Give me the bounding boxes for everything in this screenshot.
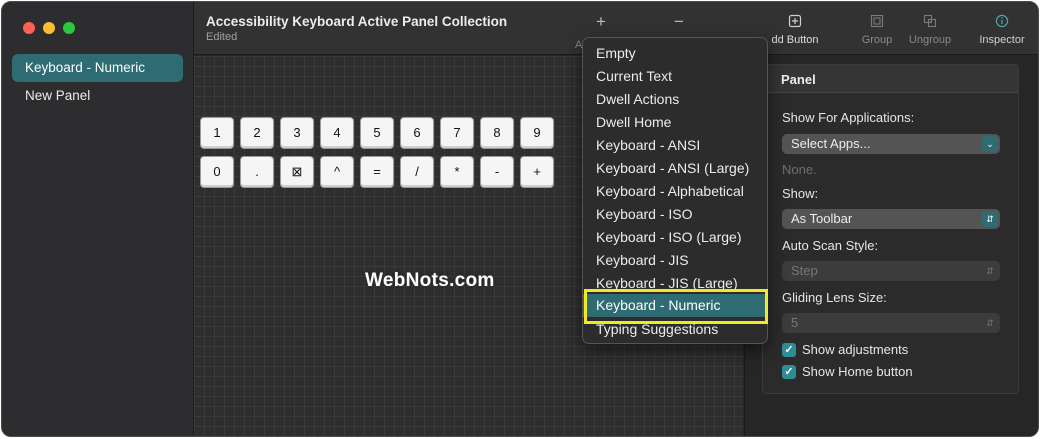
- show-popup[interactable]: As Toolbar ⇵: [782, 209, 1000, 229]
- menu-item-keyboard-iso-large[interactable]: Keyboard - ISO (Large): [583, 226, 767, 249]
- menu-item-keyboard-jis[interactable]: Keyboard - JIS: [583, 249, 767, 272]
- window-title: Accessibility Keyboard Active Panel Coll…: [206, 14, 508, 29]
- apps-none-text: None.: [782, 162, 817, 177]
- add-button-icon: [788, 14, 802, 28]
- show-home-button-label: Show Home button: [802, 364, 913, 379]
- gliding-lens-size-label: Gliding Lens Size:: [782, 290, 887, 305]
- sidebar-item-new-panel[interactable]: New Panel: [12, 82, 183, 110]
- key-7[interactable]: 7: [440, 117, 474, 149]
- key-2[interactable]: 2: [240, 117, 274, 149]
- selection-highlight-frame: [584, 289, 768, 324]
- key-4[interactable]: 4: [320, 117, 354, 149]
- watermark: WebNots.com: [365, 270, 495, 291]
- auto-scan-style-popup: Step ⇵: [782, 261, 1000, 281]
- key-1[interactable]: 1: [200, 117, 234, 149]
- menu-item-dwell-actions[interactable]: Dwell Actions: [583, 88, 767, 111]
- menu-item-keyboard-iso[interactable]: Keyboard - ISO: [583, 203, 767, 226]
- menu-item-current-text[interactable]: Current Text: [583, 65, 767, 88]
- group-icon: [870, 14, 884, 28]
- menu-item-keyboard-ansi-large[interactable]: Keyboard - ANSI (Large): [583, 157, 767, 180]
- show-home-button-checkbox[interactable]: ✓: [782, 365, 796, 379]
- chevron-updown-icon: ⇵: [986, 266, 994, 276]
- menu-item-empty[interactable]: Empty: [583, 42, 767, 65]
- panel-title: Panel: [781, 72, 816, 87]
- key-8[interactable]: 8: [480, 117, 514, 149]
- document-status: Edited: [206, 31, 238, 43]
- auto-scan-style-value: Step: [791, 263, 818, 278]
- panel-header: Panel: [763, 65, 1018, 93]
- remove-panel-minus-icon[interactable]: −: [674, 12, 684, 32]
- key-clear[interactable]: ⊠: [280, 156, 314, 188]
- key-divide[interactable]: /: [400, 156, 434, 188]
- group-button[interactable]: Group: [856, 14, 898, 46]
- gliding-lens-size-value: 5: [791, 315, 799, 330]
- chevron-updown-icon: ⇵: [986, 318, 994, 328]
- add-button-label: dd Button: [771, 34, 819, 46]
- key-equals[interactable]: =: [360, 156, 394, 188]
- key-6[interactable]: 6: [400, 117, 434, 149]
- menu-item-keyboard-alphabetical[interactable]: Keyboard - Alphabetical: [583, 180, 767, 203]
- show-for-apps-label: Show For Applications:: [782, 110, 915, 125]
- key-minus[interactable]: -: [480, 156, 514, 188]
- key-9[interactable]: 9: [520, 117, 554, 149]
- auto-scan-style-label: Auto Scan Style:: [782, 238, 879, 253]
- key-3[interactable]: 3: [280, 117, 314, 149]
- minimize-window-button[interactable]: [43, 22, 55, 34]
- close-window-button[interactable]: [23, 22, 35, 34]
- group-label: Group: [861, 34, 893, 46]
- show-label: Show:: [782, 186, 819, 201]
- ungroup-button[interactable]: Ungroup: [904, 14, 956, 46]
- key-plus[interactable]: +: [520, 156, 554, 188]
- chevron-down-icon: ⌄: [982, 136, 998, 152]
- show-adjustments-checkbox[interactable]: ✓: [782, 343, 796, 357]
- menu-item-keyboard-ansi[interactable]: Keyboard - ANSI: [583, 134, 767, 157]
- inspector-label: Inspector: [979, 34, 1025, 46]
- key-0[interactable]: 0: [200, 156, 234, 188]
- show-value: As Toolbar: [791, 211, 853, 226]
- key-caret[interactable]: ^: [320, 156, 354, 188]
- info-icon: [995, 14, 1009, 28]
- sidebar: Keyboard - Numeric New Panel: [2, 2, 194, 436]
- menu-item-dwell-home[interactable]: Dwell Home: [583, 111, 767, 134]
- panel-inspector-box: Panel Show For Applications: Select Apps…: [762, 64, 1019, 394]
- ungroup-label: Ungroup: [908, 34, 952, 46]
- select-apps-value: Select Apps...: [791, 136, 871, 151]
- select-apps-popup[interactable]: Select Apps... ⌄: [782, 134, 1000, 154]
- gliding-lens-size-popup: 5 ⇵: [782, 313, 1000, 333]
- key-5[interactable]: 5: [360, 117, 394, 149]
- zoom-window-button[interactable]: [63, 22, 75, 34]
- key-decimal[interactable]: .: [240, 156, 274, 188]
- show-adjustments-label: Show adjustments: [802, 342, 909, 357]
- sidebar-item-keyboard-numeric[interactable]: Keyboard - Numeric: [12, 54, 183, 82]
- chevron-updown-icon: ⇵: [982, 211, 998, 227]
- add-panel-plus-icon[interactable]: +: [596, 12, 606, 32]
- ungroup-icon: [923, 14, 937, 28]
- inspector-button[interactable]: Inspector: [974, 14, 1030, 46]
- key-multiply[interactable]: *: [440, 156, 474, 188]
- add-button-button[interactable]: dd Button: [760, 14, 830, 46]
